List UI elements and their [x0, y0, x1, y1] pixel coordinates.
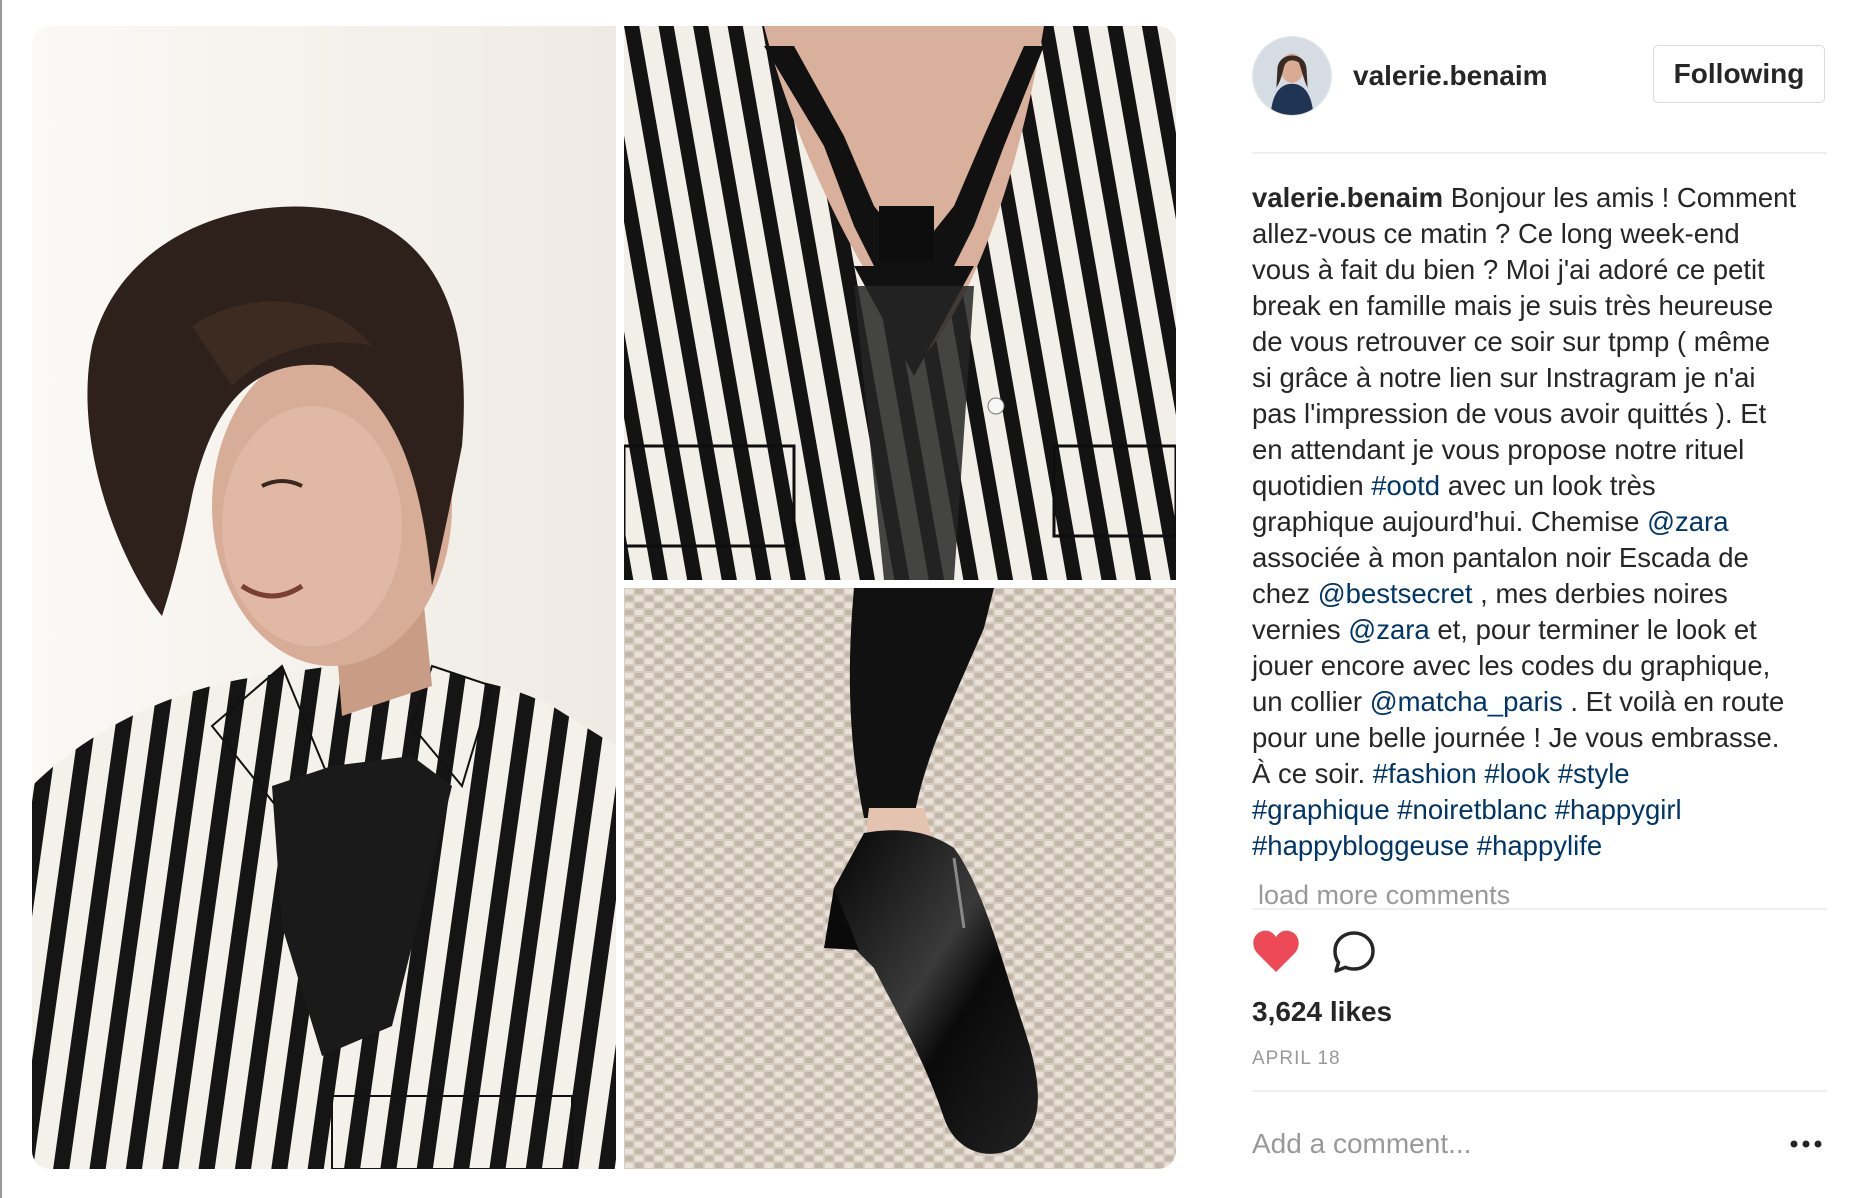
caption-text: si grâce à notre lien sur Instragram je …: [1252, 362, 1756, 393]
ellipsis-icon[interactable]: [1788, 1134, 1824, 1154]
hashtag-link[interactable]: #ootd: [1371, 470, 1440, 501]
caption-text: jouer encore avec les codes du graphique…: [1252, 650, 1771, 681]
header-divider: [1252, 152, 1827, 154]
mention-link[interactable]: @zara: [1647, 506, 1728, 537]
post-date[interactable]: APRIL 18: [1252, 1048, 1341, 1070]
caption-text: [1547, 794, 1555, 825]
likes-count[interactable]: 3,624 likes: [1252, 996, 1392, 1028]
post-photo-collage[interactable]: [32, 26, 1176, 1169]
heart-icon[interactable]: [1252, 928, 1300, 974]
caption-text: en attendant je vous propose notre ritue…: [1252, 434, 1745, 465]
caption-text: avec un look très: [1440, 470, 1656, 501]
add-comment-input[interactable]: [1252, 1122, 1762, 1166]
caption-line: associée à mon pantalon noir Escada de: [1252, 540, 1827, 576]
caption-line: graphique aujourd'hui. Chemise @zara: [1252, 504, 1827, 540]
hashtag-link[interactable]: #graphique: [1252, 794, 1390, 825]
caption-text: À ce soir.: [1252, 758, 1373, 789]
mention-link[interactable]: @bestsecret: [1318, 578, 1473, 609]
post-header: valerie.benaim Following: [1252, 36, 1827, 116]
post-caption: valerie.benaim Bonjour les amis ! Commen…: [1252, 180, 1827, 864]
photo-shoe: [624, 588, 1176, 1169]
caption-line: chez @bestsecret , mes derbies noires: [1252, 576, 1827, 612]
caption-text: Bonjour les amis ! Comment: [1443, 182, 1797, 213]
avatar[interactable]: [1252, 36, 1332, 116]
caption-line: un collier @matcha_paris . Et voilà en r…: [1252, 684, 1827, 720]
caption-line: pour une belle journée ! Je vous embrass…: [1252, 720, 1827, 756]
comments-divider: [1252, 908, 1827, 910]
caption-line: quotidien #ootd avec un look très: [1252, 468, 1827, 504]
username-link[interactable]: valerie.benaim: [1353, 60, 1548, 92]
caption-line: pas l'impression de vous avoir quittés )…: [1252, 396, 1827, 432]
caption-text: vernies: [1252, 614, 1349, 645]
hashtag-link[interactable]: #look: [1484, 758, 1550, 789]
caption-text: et, pour terminer le look et: [1429, 614, 1757, 645]
caption-text: pas l'impression de vous avoir quittés )…: [1252, 398, 1767, 429]
caption-text: pour une belle journée ! Je vous embrass…: [1252, 722, 1780, 753]
caption-text: chez: [1252, 578, 1318, 609]
caption-line: allez-vous ce matin ? Ce long week-end: [1252, 216, 1827, 252]
footer-divider: [1252, 1090, 1827, 1092]
caption-text: allez-vous ce matin ? Ce long week-end: [1252, 218, 1740, 249]
caption-line: vous à fait du bien ? Moi j'ai adoré ce …: [1252, 252, 1827, 288]
caption-text: [1550, 758, 1558, 789]
caption-line: en attendant je vous propose notre ritue…: [1252, 432, 1827, 468]
load-more-comments-link[interactable]: load more comments: [1258, 880, 1510, 911]
caption-text: vous à fait du bien ? Moi j'ai adoré ce …: [1252, 254, 1765, 285]
hashtag-link[interactable]: #noiretblanc: [1397, 794, 1547, 825]
instagram-post-window: valerie.benaim Following valerie.benaim …: [0, 0, 1874, 1198]
caption-username-link[interactable]: valerie.benaim: [1252, 182, 1443, 213]
caption-line: jouer encore avec les codes du graphique…: [1252, 648, 1827, 684]
caption-line: #happybloggeuse #happylife: [1252, 828, 1827, 864]
post-actions: [1252, 928, 1452, 980]
hashtag-link[interactable]: #fashion: [1373, 758, 1477, 789]
caption-line: si grâce à notre lien sur Instragram je …: [1252, 360, 1827, 396]
photo-portrait: [32, 26, 616, 1169]
caption-text: graphique aujourd'hui. Chemise: [1252, 506, 1648, 537]
hashtag-link[interactable]: #happygirl: [1555, 794, 1682, 825]
photo-necklace-closeup: [624, 26, 1176, 580]
comment-icon[interactable]: [1332, 930, 1376, 974]
caption-line: #graphique #noiretblanc #happygirl: [1252, 792, 1827, 828]
caption-line: vernies @zara et, pour terminer le look …: [1252, 612, 1827, 648]
caption-text: . Et voilà en route: [1562, 686, 1785, 717]
hashtag-link[interactable]: #style: [1558, 758, 1630, 789]
caption-line: break en famille mais je suis très heure…: [1252, 288, 1827, 324]
following-button[interactable]: Following: [1653, 45, 1825, 103]
caption-text: break en famille mais je suis très heure…: [1252, 290, 1774, 321]
caption-text: [1469, 830, 1477, 861]
caption-text: associée à mon pantalon noir Escada de: [1252, 542, 1749, 573]
caption-line: valerie.benaim Bonjour les amis ! Commen…: [1252, 180, 1827, 216]
caption-text: , mes derbies noires: [1472, 578, 1728, 609]
caption-text: un collier: [1252, 686, 1370, 717]
caption-text: quotidien: [1252, 470, 1372, 501]
caption-text: de vous retrouver ce soir sur tpmp ( mêm…: [1252, 326, 1771, 357]
mention-link[interactable]: @zara: [1348, 614, 1429, 645]
mention-link[interactable]: @matcha_paris: [1370, 686, 1563, 717]
caption-line: À ce soir. #fashion #look #style: [1252, 756, 1827, 792]
hashtag-link[interactable]: #happybloggeuse: [1252, 830, 1469, 861]
post-sidebar: valerie.benaim Following valerie.benaim …: [1252, 0, 1827, 1198]
hashtag-link[interactable]: #happylife: [1477, 830, 1602, 861]
caption-line: de vous retrouver ce soir sur tpmp ( mêm…: [1252, 324, 1827, 360]
